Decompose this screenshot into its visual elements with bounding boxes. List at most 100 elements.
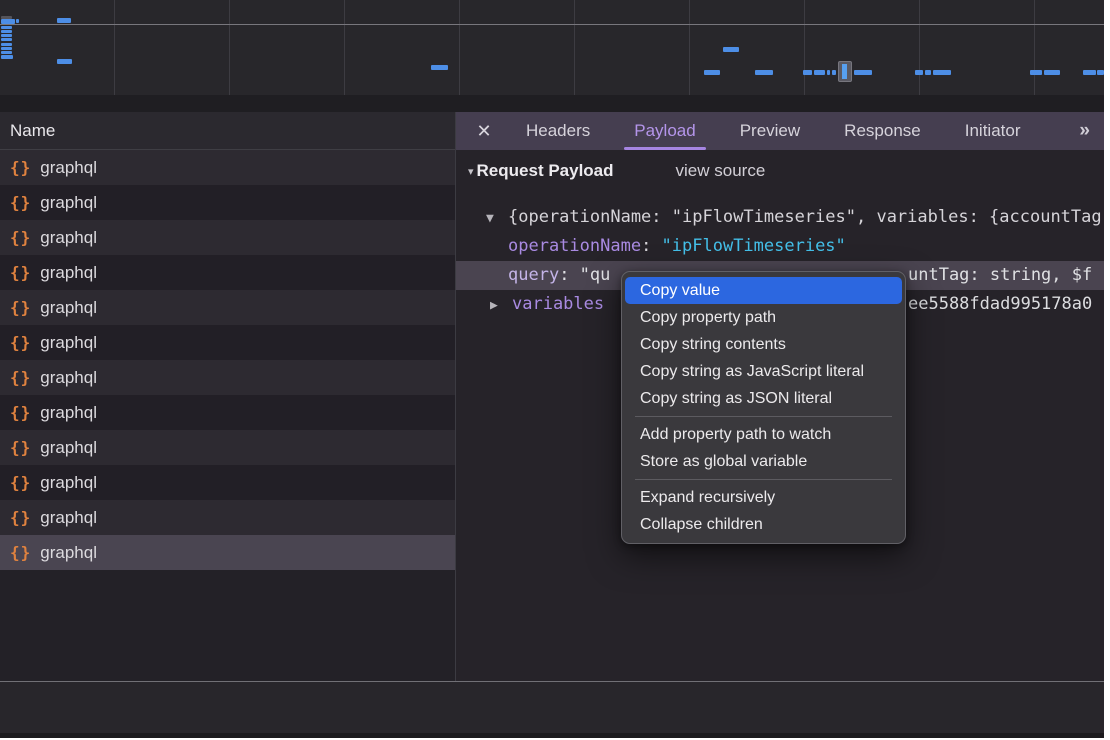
property-key: query <box>508 265 559 285</box>
tab-initiator[interactable]: Initiator <box>943 112 1043 150</box>
network-overview-strip[interactable] <box>0 0 1104 95</box>
request-name-label: graphql <box>40 333 97 353</box>
request-timing-bar[interactable] <box>827 70 830 75</box>
request-name-label: graphql <box>40 508 97 528</box>
request-name-label: graphql <box>40 263 97 283</box>
tab-headers[interactable]: Headers <box>504 112 612 150</box>
overview-selection-marker[interactable] <box>838 61 852 82</box>
details-tab-bar: ✕ Headers Payload Preview Response Initi… <box>456 112 1104 150</box>
property-value-fragment: untTag: string, $f <box>908 261 1092 290</box>
menu-item-copy-string-contents[interactable]: Copy string contents <box>625 331 902 358</box>
menu-item-copy-string-as-javascript-literal[interactable]: Copy string as JavaScript literal <box>625 358 902 385</box>
expand-triangle-icon[interactable]: ▼ <box>486 204 508 233</box>
tree-root-row[interactable]: ▼{operationName: "ipFlowTimeseries", var… <box>456 203 1104 232</box>
property-preview-fragment: ee5588fdad995178a0 <box>908 290 1092 319</box>
summary-footer <box>0 682 1104 733</box>
root-preview-text: {operationName: "ipFlowTimeseries", vari… <box>508 207 1104 227</box>
tab-preview[interactable]: Preview <box>718 112 822 150</box>
request-row-graphql[interactable]: {}graphql <box>0 290 455 325</box>
request-timing-bar[interactable] <box>1 51 12 54</box>
json-request-icon: {} <box>10 193 31 212</box>
json-request-icon: {} <box>10 228 31 247</box>
request-timing-bar[interactable] <box>16 19 19 23</box>
request-timing-bar[interactable] <box>1 43 12 46</box>
menu-item-add-property-path-to-watch[interactable]: Add property path to watch <box>625 421 902 448</box>
menu-item-expand-recursively[interactable]: Expand recursively <box>625 484 902 511</box>
request-name-label: graphql <box>40 438 97 458</box>
request-timing-bar[interactable] <box>1 38 12 41</box>
menu-item-copy-value[interactable]: Copy value <box>625 277 902 304</box>
property-key: variables <box>512 294 604 314</box>
tab-payload[interactable]: Payload <box>612 112 717 150</box>
more-tabs-icon[interactable]: » <box>1079 120 1090 142</box>
key-separator: : <box>641 236 661 256</box>
request-timing-bar[interactable] <box>755 70 773 75</box>
menu-item-copy-string-as-json-literal[interactable]: Copy string as JSON literal <box>625 385 902 412</box>
property-value-start: "qu <box>580 265 611 285</box>
request-timing-bar[interactable] <box>1083 70 1096 75</box>
request-timing-bar[interactable] <box>854 70 872 75</box>
close-details-button[interactable]: ✕ <box>464 121 504 142</box>
view-source-link[interactable]: view source <box>676 161 766 181</box>
request-name-label: graphql <box>40 403 97 423</box>
request-name-label: graphql <box>40 158 97 178</box>
request-name-label: graphql <box>40 368 97 388</box>
request-payload-title: Request Payload <box>477 161 614 181</box>
name-column-label: Name <box>10 121 55 141</box>
json-request-icon: {} <box>10 543 31 562</box>
request-name-label: graphql <box>40 298 97 318</box>
request-timing-bar[interactable] <box>1097 70 1104 75</box>
expand-triangle-icon[interactable]: ▶ <box>490 291 512 320</box>
name-column-header[interactable]: Name <box>0 112 455 150</box>
request-timing-bar[interactable] <box>832 70 836 75</box>
json-request-icon: {} <box>10 403 31 422</box>
request-timing-bar[interactable] <box>57 59 72 64</box>
request-row-graphql[interactable]: {}graphql <box>0 535 455 570</box>
request-timing-bar[interactable] <box>1 34 12 37</box>
menu-divider <box>635 479 892 480</box>
request-timing-bar[interactable] <box>1030 70 1042 75</box>
menu-item-collapse-children[interactable]: Collapse children <box>625 511 902 538</box>
request-row-graphql[interactable]: {}graphql <box>0 325 455 360</box>
request-row-graphql[interactable]: {}graphql <box>0 185 455 220</box>
menu-divider <box>635 416 892 417</box>
request-row-graphql[interactable]: {}graphql <box>0 220 455 255</box>
menu-item-store-as-global-variable[interactable]: Store as global variable <box>625 448 902 475</box>
request-row-graphql[interactable]: {}graphql <box>0 360 455 395</box>
request-timing-bar[interactable] <box>1 19 15 24</box>
property-value: "ipFlowTimeseries" <box>662 236 846 256</box>
request-payload-section-header[interactable]: ▾ Request Payload view source <box>456 150 1104 192</box>
property-key: operationName <box>508 236 641 256</box>
request-timing-bar[interactable] <box>915 70 923 75</box>
request-row-graphql[interactable]: {}graphql <box>0 465 455 500</box>
request-timing-bar[interactable] <box>814 70 825 75</box>
request-timing-bar[interactable] <box>723 47 739 52</box>
request-timing-bar[interactable] <box>1 26 12 29</box>
request-timing-bar[interactable] <box>933 70 951 75</box>
request-timing-bar[interactable] <box>1 47 12 50</box>
request-name-label: graphql <box>40 473 97 493</box>
request-timing-bar[interactable] <box>704 70 720 75</box>
request-timing-bar[interactable] <box>925 70 931 75</box>
json-request-icon: {} <box>10 263 31 282</box>
request-row-graphql[interactable]: {}graphql <box>0 500 455 535</box>
request-row-graphql[interactable]: {} graphql <box>0 430 455 465</box>
json-request-icon: {} <box>10 438 31 457</box>
request-timing-bar[interactable] <box>803 70 812 75</box>
request-timing-bar[interactable] <box>1044 70 1060 75</box>
request-timing-bar[interactable] <box>1 55 13 59</box>
collapse-triangle-icon[interactable]: ▾ <box>468 165 474 178</box>
request-list: {} graphql {} graphql {} graphql {} graphql {} gr… <box>0 150 455 570</box>
menu-item-copy-property-path[interactable]: Copy property path <box>625 304 902 331</box>
request-timing-bar[interactable] <box>431 65 448 70</box>
tree-operation-name-row[interactable]: operationName: "ipFlowTimeseries" <box>456 232 1104 261</box>
request-row-graphql[interactable]: {} graphql <box>0 395 455 430</box>
tab-response[interactable]: Response <box>822 112 943 150</box>
request-row-graphql[interactable]: {}graphql <box>0 150 455 185</box>
overview-lane-divider <box>0 24 1104 25</box>
overview-selection-marker-core <box>842 64 847 79</box>
request-timing-bar[interactable] <box>57 18 71 23</box>
request-timing-bar[interactable] <box>1 30 12 33</box>
request-row-graphql[interactable]: {} graphql <box>0 255 455 290</box>
key-separator: : <box>559 265 579 285</box>
